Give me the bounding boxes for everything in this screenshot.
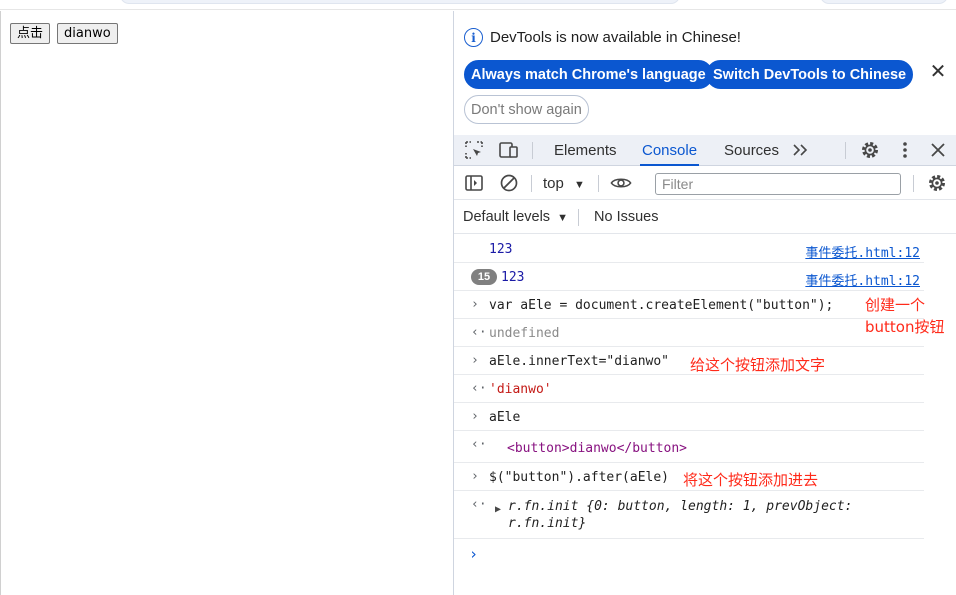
devtools-panel: i DevTools is now available in Chinese! …: [453, 11, 956, 595]
result-element[interactable]: <button>dianwo</button>: [507, 441, 687, 456]
console-settings-gear-icon[interactable]: [926, 172, 948, 194]
result-arrow-icon: ‹·: [471, 381, 487, 396]
input-code: $("button").after(aEle): [489, 470, 670, 485]
source-link[interactable]: 事件委托.html:12: [805, 242, 920, 261]
result-arrow-icon: ‹·: [471, 325, 487, 340]
input-code: aEle.innerText="dianwo": [489, 354, 670, 369]
dont-show-again-button[interactable]: Don't show again: [464, 95, 589, 124]
annotation-create-line1: 创建一个: [865, 296, 926, 314]
console-input-entry: › aEle: [454, 403, 924, 431]
levels-separator: [578, 209, 579, 226]
console-input-entry: › var aEle = document.createElement("but…: [454, 291, 924, 319]
log-text: 123: [501, 270, 525, 285]
result-object[interactable]: r.fn.init {0: button, length: 1, prevObj…: [508, 498, 920, 532]
console-result-entry: ‹· undefined: [454, 319, 924, 347]
page-button-dianwo[interactable]: dianwo: [57, 23, 118, 44]
toolbar-separator-3: [913, 175, 914, 192]
toolbar-separator-2: [598, 175, 599, 192]
log-levels-bar: Default levels ▼ No Issues: [454, 200, 956, 234]
input-code: aEle: [489, 410, 521, 425]
device-toolbar-icon[interactable]: [498, 139, 520, 161]
input-prompt-icon: ›: [471, 409, 479, 424]
console-result-entry: ‹· ▶ r.fn.init {0: button, length: 1, pr…: [454, 491, 924, 539]
close-devtools-icon[interactable]: [927, 139, 949, 161]
inspect-element-icon[interactable]: [463, 139, 485, 161]
result-value: 'dianwo': [489, 382, 552, 397]
console-prompt[interactable]: ›: [454, 539, 956, 569]
settings-gear-icon[interactable]: [859, 139, 881, 161]
infobar-message: DevTools is now available in Chinese!: [490, 29, 741, 46]
input-code: var aEle = document.createElement("butto…: [489, 298, 834, 313]
dropdown-arrow-icon: ▼: [557, 212, 568, 224]
console-toolbar: top ▼ Filter: [454, 166, 956, 200]
input-prompt-icon: ›: [471, 353, 479, 368]
console-result-entry: ‹· 'dianwo': [454, 375, 924, 403]
input-prompt-icon: ›: [471, 469, 479, 484]
console-message: 15 123 事件委托.html:12: [454, 263, 924, 291]
tabbar-separator: [532, 142, 533, 159]
issues-counter[interactable]: No Issues: [594, 209, 658, 225]
result-arrow-icon: ‹·: [471, 497, 487, 512]
more-tabs-icon[interactable]: [790, 139, 812, 161]
console-log-area: 123 事件委托.html:12 15 123 事件委托.html:12 › v…: [454, 235, 956, 595]
page-button-click[interactable]: 点击: [10, 23, 51, 44]
switch-to-chinese-button[interactable]: Switch DevTools to Chinese: [706, 60, 914, 89]
log-text: 123: [489, 242, 513, 257]
expand-triangle-icon[interactable]: ▶: [495, 504, 501, 515]
sidebar-toggle-icon[interactable]: [463, 172, 485, 194]
more-options-icon[interactable]: [894, 139, 916, 161]
infobar-close-icon[interactable]: ✕: [928, 62, 948, 82]
address-bar-edge[interactable]: [120, 0, 680, 4]
devtools-tabbar: Elements Console Sources: [454, 135, 956, 166]
default-levels-dropdown[interactable]: Default levels ▼: [463, 209, 568, 225]
page-viewport: 点击 dianwo: [0, 11, 453, 595]
annotation-append: 将这个按钮添加进去: [683, 471, 819, 489]
console-input-entry: › aEle.innerText="dianwo": [454, 347, 924, 375]
live-expression-eye-icon[interactable]: [610, 172, 632, 194]
infobar-message-line: i DevTools is now available in Chinese!: [464, 28, 741, 47]
tab-sources[interactable]: Sources: [722, 135, 781, 166]
console-message: 123 事件委托.html:12: [454, 235, 924, 263]
info-icon: i: [464, 28, 483, 47]
prompt-chevron-icon: ›: [469, 545, 479, 563]
console-filter-input[interactable]: Filter: [655, 173, 901, 195]
dropdown-arrow-icon: ▼: [574, 179, 585, 191]
result-value: undefined: [489, 326, 560, 341]
annotation-create-line2: button按钮: [865, 318, 945, 336]
toolbar-separator: [531, 175, 532, 192]
tab-console[interactable]: Console: [640, 135, 700, 166]
source-link[interactable]: 事件委托.html:12: [805, 270, 920, 289]
context-selector-label: top: [543, 175, 564, 192]
clear-console-icon[interactable]: [498, 172, 520, 194]
always-match-language-button[interactable]: Always match Chrome's language: [464, 60, 713, 89]
language-infobar: i DevTools is now available in Chinese! …: [454, 11, 956, 135]
default-levels-label: Default levels: [463, 209, 551, 225]
input-prompt-icon: ›: [471, 297, 479, 312]
annotation-add-text: 给这个按钮添加文字: [690, 356, 826, 374]
result-arrow-icon: ‹·: [471, 437, 487, 452]
toolbar-pill-edge[interactable]: [820, 0, 948, 4]
repeat-count-badge: 15: [471, 269, 497, 285]
tab-elements[interactable]: Elements: [552, 135, 619, 166]
browser-top-strip: [0, 0, 956, 10]
context-selector[interactable]: top ▼: [543, 175, 585, 192]
tabbar-separator-2: [845, 142, 846, 159]
console-result-entry: ‹· <button>dianwo</button>: [454, 431, 924, 463]
